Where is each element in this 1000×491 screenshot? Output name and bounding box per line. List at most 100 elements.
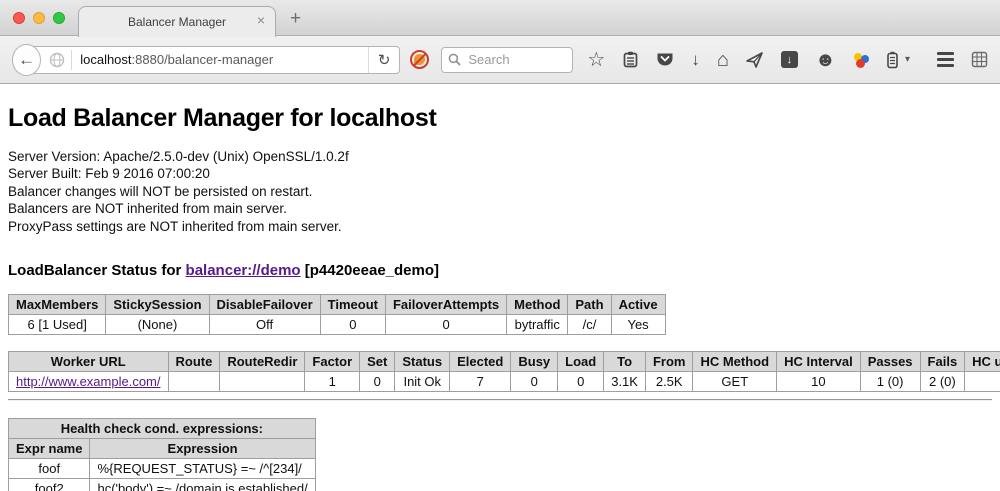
maxmembers-cell: 6 [1 Used] — [9, 315, 106, 335]
column-header: Route — [168, 352, 220, 372]
titlebar: Balancer Manager × + — [0, 0, 1000, 36]
column-header: HC uri — [965, 352, 1000, 372]
set-cell: 0 — [360, 372, 395, 392]
column-header: Expr name — [9, 439, 90, 459]
column-header: Busy — [511, 352, 558, 372]
column-header: MaxMembers — [9, 295, 106, 315]
column-header: Factor — [305, 352, 360, 372]
column-header: Path — [568, 295, 611, 315]
column-header: StickySession — [106, 295, 209, 315]
column-header: Elected — [450, 352, 511, 372]
search-input[interactable] — [466, 51, 566, 68]
status-cell: Init Ok — [395, 372, 450, 392]
downloads-icon[interactable]: ↓ — [691, 51, 700, 68]
passes-cell: 1 (0) — [860, 372, 920, 392]
chevron-down-icon[interactable]: ▾ — [905, 54, 910, 65]
back-button[interactable]: ← — [12, 44, 41, 76]
bookmark-star-icon[interactable]: ☆ — [587, 50, 605, 70]
health-check-table: Health check cond. expressions: Expr nam… — [8, 418, 316, 491]
home-icon[interactable]: ⌂ — [717, 50, 729, 70]
elected-cell: 7 — [450, 372, 511, 392]
server-built-line: Server Built: Feb 9 2016 07:00:20 — [8, 165, 992, 182]
stickysession-cell: (None) — [106, 315, 209, 335]
timeout-cell: 0 — [320, 315, 385, 335]
column-header: Timeout — [320, 295, 385, 315]
table-row: foof2 hc('body') =~ /domain is establish… — [9, 479, 316, 491]
page-content: Load Balancer Manager for localhost Serv… — [0, 84, 1000, 491]
battery-icon[interactable] — [886, 51, 899, 69]
tab-close-icon[interactable]: × — [257, 13, 265, 27]
table-title-row: Health check cond. expressions: — [9, 419, 316, 439]
disablefailover-cell: Off — [209, 315, 320, 335]
pocket-icon[interactable] — [656, 51, 674, 68]
page-title: Load Balancer Manager for localhost — [8, 104, 992, 133]
table-row: 6 [1 Used] (None) Off 0 0 bytraffic /c/ … — [9, 315, 666, 335]
routeredir-cell — [220, 372, 305, 392]
clipboard-icon[interactable] — [622, 51, 639, 68]
active-cell: Yes — [611, 315, 665, 335]
zoom-window-button[interactable] — [53, 12, 65, 24]
table-header-row: Expr name Expression — [9, 439, 316, 459]
url-bar[interactable]: localhost:8880/balancer-manager ↻ — [24, 46, 400, 74]
hc-interval-cell: 10 — [777, 372, 861, 392]
loadbalancer-status-heading: LoadBalancer Status for balancer://demo … — [8, 262, 992, 279]
column-header: HC Interval — [777, 352, 861, 372]
to-cell: 3.1K — [604, 372, 646, 392]
server-info: Server Version: Apache/2.5.0-dev (Unix) … — [8, 148, 992, 235]
table-header-row: MaxMembers StickySession DisableFailover… — [9, 295, 666, 315]
menu-icon[interactable] — [937, 52, 954, 67]
balancer-demo-link[interactable]: balancer://demo — [186, 262, 301, 279]
search-bar[interactable] — [441, 47, 573, 73]
expression-cell: %{REQUEST_STATUS} =~ /^[234]/ — [90, 459, 315, 479]
new-tab-button[interactable]: + — [290, 8, 301, 30]
url-text[interactable]: localhost:8880/balancer-manager — [80, 52, 273, 67]
column-header: Active — [611, 295, 665, 315]
tab-title: Balancer Manager — [128, 15, 226, 29]
column-header: Fails — [920, 352, 965, 372]
fails-cell: 2 (0) — [920, 372, 965, 392]
busy-cell: 0 — [511, 372, 558, 392]
send-plane-icon[interactable] — [746, 52, 764, 68]
path-cell: /c/ — [568, 315, 611, 335]
smiley-icon[interactable]: ☻ — [815, 50, 836, 70]
column-header: FailoverAttempts — [385, 295, 506, 315]
minimize-window-button[interactable] — [33, 12, 45, 24]
column-header: Worker URL — [9, 352, 169, 372]
grid-icon[interactable] — [971, 51, 988, 68]
column-header: DisableFailover — [209, 295, 320, 315]
column-header: From — [645, 352, 693, 372]
search-icon — [448, 53, 461, 66]
divider — [8, 399, 992, 401]
column-header: Passes — [860, 352, 920, 372]
method-cell: bytraffic — [507, 315, 568, 335]
plugin-blocked-icon[interactable] — [410, 50, 429, 69]
back-icon: ← — [18, 50, 35, 70]
column-header: Set — [360, 352, 395, 372]
globe-icon — [49, 52, 65, 68]
colored-dots-icon[interactable] — [853, 52, 869, 68]
expr-name-cell: foof — [9, 459, 90, 479]
failoverattempts-cell: 0 — [385, 315, 506, 335]
server-version-line: Server Version: Apache/2.5.0-dev (Unix) … — [8, 148, 992, 165]
reload-icon: ↻ — [378, 51, 391, 69]
table-row: http://www.example.com/ 1 0 Init Ok 7 0 … — [9, 372, 1000, 392]
hc-method-cell: GET — [693, 372, 777, 392]
browser-window: Balancer Manager × + ← localhost:8880/ba… — [0, 0, 1000, 491]
worker-url-cell: http://www.example.com/ — [9, 372, 169, 392]
navigation-toolbar: ← localhost:8880/balancer-manager ↻ ☆ ↓ … — [0, 36, 1000, 84]
table-row: foof %{REQUEST_STATUS} =~ /^[234]/ — [9, 459, 316, 479]
browser-tab[interactable]: Balancer Manager × — [78, 6, 276, 37]
reload-button[interactable]: ↻ — [368, 47, 400, 73]
factor-cell: 1 — [305, 372, 360, 392]
table-header-row: Worker URL Route RouteRedir Factor Set S… — [9, 352, 1000, 372]
url-separator — [71, 50, 72, 70]
window-controls — [13, 12, 65, 24]
worker-url-link[interactable]: http://www.example.com/ — [16, 374, 161, 389]
load-cell: 0 — [558, 372, 604, 392]
column-header: To — [604, 352, 646, 372]
expression-cell: hc('body') =~ /domain is established/ — [90, 479, 315, 491]
panel-download-icon[interactable]: ↓ — [781, 51, 798, 68]
column-header: Status — [395, 352, 450, 372]
column-header: Expression — [90, 439, 315, 459]
close-window-button[interactable] — [13, 12, 25, 24]
